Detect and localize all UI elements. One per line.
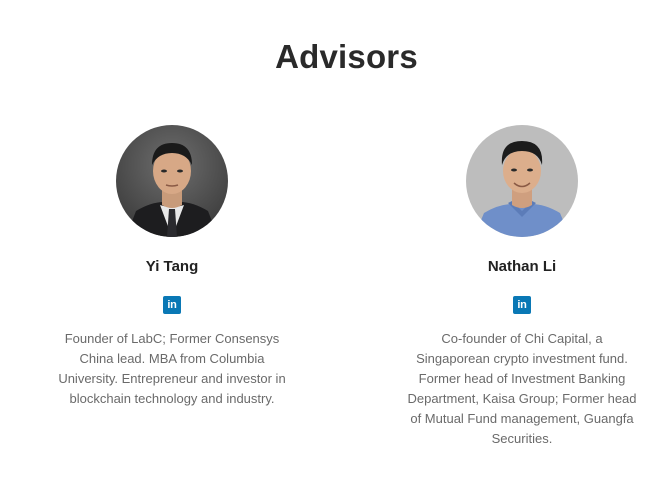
advisor-card-nathan-li: Nathan Li in Co-founder of Chi Capital, … [407, 125, 637, 449]
linkedin-icon-text: in [517, 299, 527, 311]
linkedin-icon-text: in [167, 299, 177, 311]
advisor-name: Nathan Li [487, 258, 557, 275]
advisor-bio: Founder of LabC; Former Consensys China … [58, 331, 286, 406]
advisor-name: Yi Tang [145, 258, 199, 275]
advisor-bio: Co-founder of Chi Capital, a Singaporean… [407, 331, 637, 446]
linkedin-icon[interactable]: in [513, 296, 531, 314]
advisor-photo [466, 125, 578, 237]
portrait-image [466, 125, 578, 237]
advisor-card-yi-tang: Yi Tang in Founder of LabC; Former Conse… [57, 125, 287, 409]
linkedin-icon[interactable]: in [163, 296, 181, 314]
portrait-image [116, 125, 228, 237]
advisor-photo [116, 125, 228, 237]
section-title: Advisors [275, 38, 418, 75]
